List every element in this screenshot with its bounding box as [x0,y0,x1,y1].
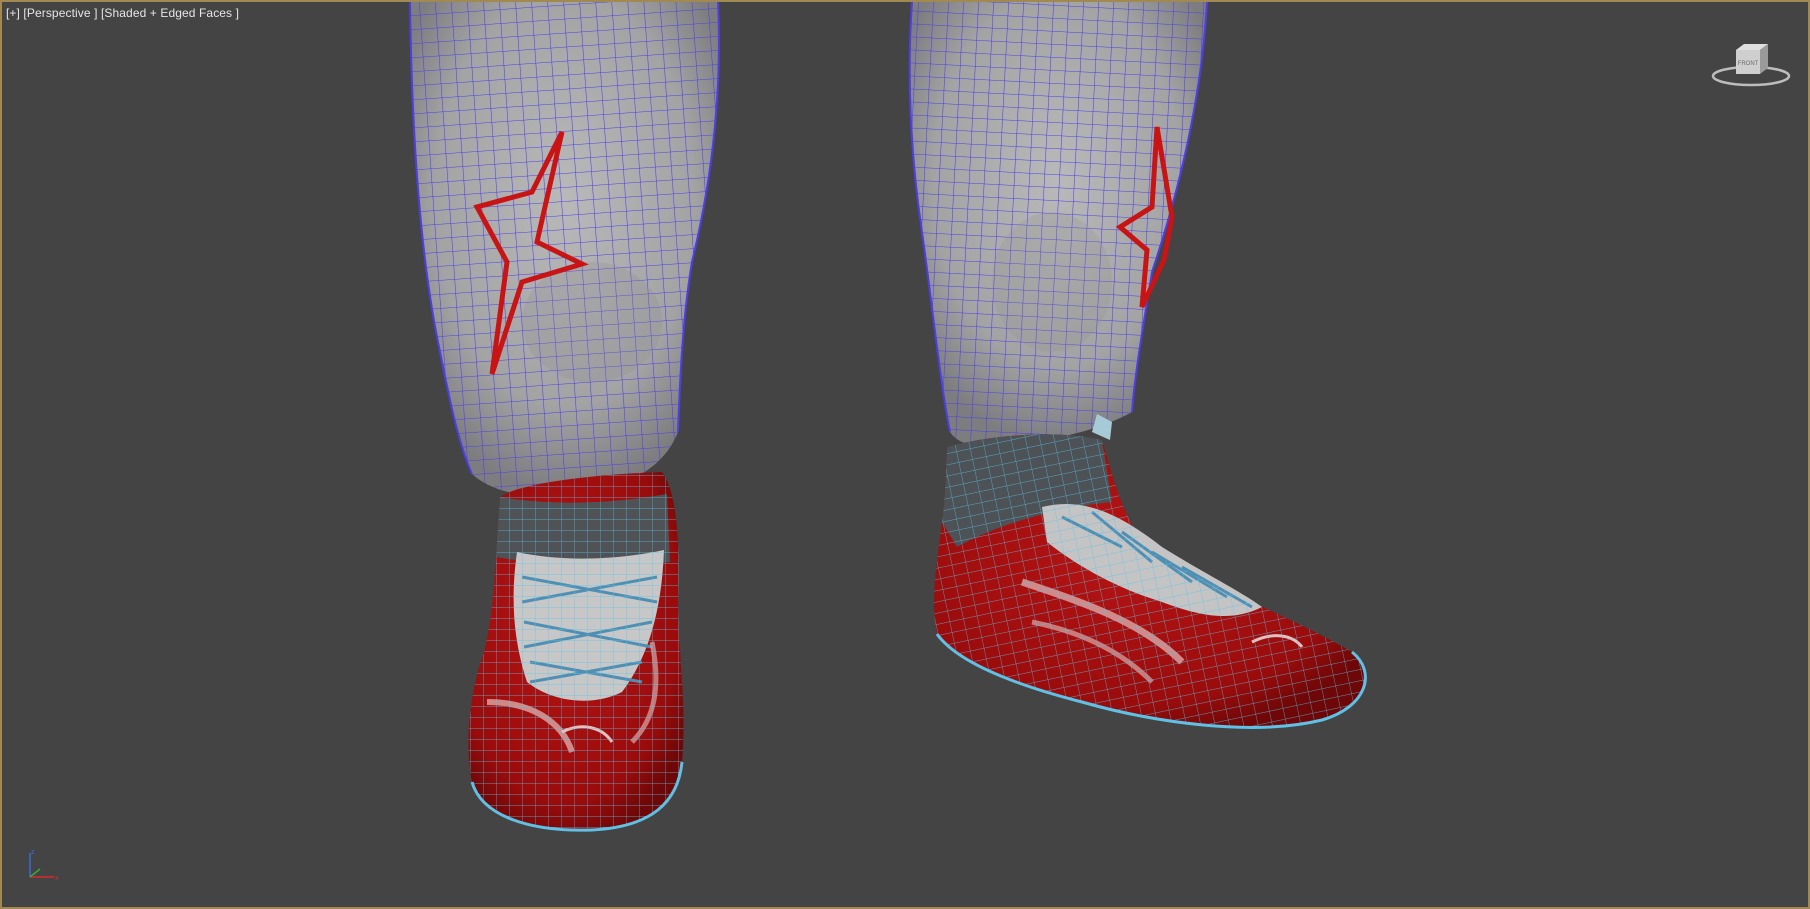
viewport-shading-menu[interactable]: [Shaded + Edged Faces ] [101,6,239,20]
viewcube[interactable]: FRONT [1708,40,1794,92]
perspective-viewport[interactable]: [+] [Perspective ] [Shaded + Edged Faces… [0,0,1810,909]
svg-text:z: z [31,849,35,856]
right-shoe[interactable] [934,414,1367,729]
viewport-menu-plus[interactable]: [+] [6,6,20,20]
scene-render[interactable] [2,2,1808,907]
left-pant-leg[interactable] [409,2,720,496]
left-shoe[interactable] [468,472,684,832]
viewport-point-of-view-menu[interactable]: [Perspective ] [23,6,97,20]
viewcube-icon: FRONT [1711,44,1791,87]
svg-text:x: x [55,875,59,882]
viewcube-face-label: FRONT [1738,61,1759,67]
viewport-label: [+] [Perspective ] [Shaded + Edged Faces… [6,6,239,20]
axis-tripod-icon: x z [29,849,59,882]
right-pant-leg[interactable] [908,2,1208,446]
axis-tripod: x z [29,849,59,882]
